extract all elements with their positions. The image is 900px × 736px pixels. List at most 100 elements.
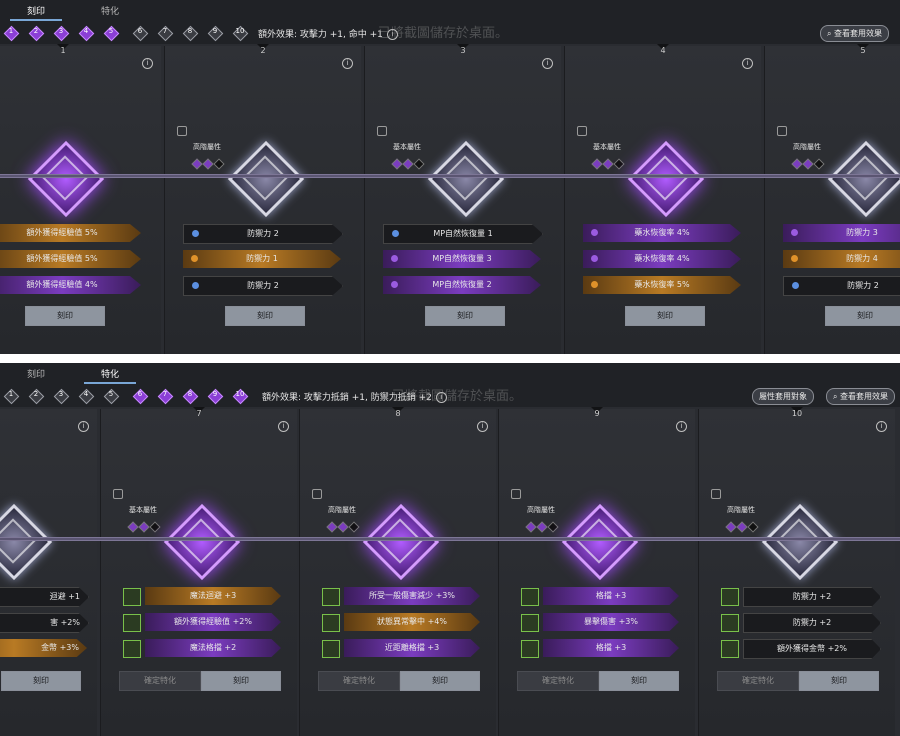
tier-dot-icon <box>127 521 139 533</box>
engrave-button[interactable]: 刻印 <box>1 671 81 691</box>
engrave-button[interactable]: 刻印 <box>400 671 480 691</box>
stat-row[interactable]: 格擋 +3 <box>543 639 679 657</box>
node-7[interactable]: 7 <box>157 25 174 42</box>
stat-row[interactable]: 近距離格擋 +3 <box>344 639 480 657</box>
node-10[interactable]: 10 <box>232 388 249 405</box>
node-3[interactable]: 3 <box>53 25 70 42</box>
node-5[interactable]: 5 <box>103 388 120 405</box>
info-icon[interactable]: i <box>342 58 353 69</box>
rune-slot-icon[interactable] <box>521 614 539 632</box>
node-4[interactable]: 4 <box>78 388 95 405</box>
confirm-specialize-button[interactable]: 確定特化 <box>717 671 799 691</box>
node-1[interactable]: 1 <box>3 388 20 405</box>
info-icon[interactable]: i <box>78 421 89 432</box>
stat-row[interactable]: 防禦力 2 <box>183 276 343 296</box>
engrave-button[interactable]: 刻印 <box>799 671 879 691</box>
view-effects-button[interactable]: ⌕ 查看套用效果 <box>826 388 896 405</box>
engrave-button[interactable]: 刻印 <box>825 306 900 326</box>
stat-row[interactable]: 防禦力 2 <box>783 276 900 296</box>
engrave-button[interactable]: 刻印 <box>201 671 281 691</box>
node-4[interactable]: 4 <box>78 25 95 42</box>
tab-specialize[interactable]: 特化 <box>80 367 140 385</box>
view-effects-button[interactable]: ⌕ 查看套用效果 <box>820 25 890 42</box>
stat-bullet-icon <box>791 229 798 236</box>
rune-slot-icon[interactable] <box>721 614 739 632</box>
attribute-tier: 高階屬性 <box>328 506 356 514</box>
node-7[interactable]: 7 <box>157 388 174 405</box>
stat-row[interactable]: 防禦力 1 <box>183 250 341 268</box>
stat-row[interactable]: 防禦力 3 <box>783 224 900 242</box>
rune-slot-icon[interactable] <box>521 588 539 606</box>
stat-row[interactable]: 藥水恢復率 5% <box>583 276 741 294</box>
stat-row[interactable]: 迴避 +1 <box>0 587 89 607</box>
stat-row[interactable]: 狀態異常擊中 +4% <box>344 613 480 631</box>
rune-slot-icon[interactable] <box>123 640 141 658</box>
tab-engrave[interactable]: 刻印 <box>6 367 66 385</box>
info-icon[interactable]: i <box>477 421 488 432</box>
info-icon[interactable]: i <box>876 421 887 432</box>
rune-slot-icon[interactable] <box>322 614 340 632</box>
node-1[interactable]: 1 <box>3 25 20 42</box>
stat-row[interactable]: 額外獲得經驗值 +2% <box>145 613 281 631</box>
stat-row[interactable]: 魔法格擋 +2 <box>145 639 281 657</box>
node-9[interactable]: 9 <box>207 25 224 42</box>
stat-row[interactable]: 藥水恢復率 4% <box>583 250 741 268</box>
confirm-specialize-button[interactable]: 確定特化 <box>517 671 599 691</box>
stat-row[interactable]: 金幣 +3% <box>0 639 87 657</box>
stat-row[interactable]: 魔法迴避 +3 <box>145 587 281 605</box>
rune-slot-icon[interactable] <box>721 640 739 658</box>
stat-row[interactable]: 額外獲得金幣 +2% <box>743 639 881 659</box>
stat-row[interactable]: 防禦力 2 <box>183 224 343 244</box>
stat-row[interactable]: 害 +2% <box>0 613 89 633</box>
rune-slot-icon[interactable] <box>322 588 340 606</box>
stat-row[interactable]: 藥水恢復率 4% <box>583 224 741 242</box>
info-icon[interactable]: i <box>676 421 687 432</box>
tab-specialize[interactable]: 特化 <box>80 4 140 22</box>
node-5[interactable]: 5 <box>103 25 120 42</box>
tier-dots <box>791 153 826 170</box>
node-number: 7 <box>162 27 168 35</box>
info-icon[interactable]: i <box>542 58 553 69</box>
confirm-specialize-button[interactable]: 確定特化 <box>119 671 201 691</box>
stat-row[interactable]: 暴擊傷害 +3% <box>543 613 679 631</box>
info-icon[interactable]: i <box>142 58 153 69</box>
stat-row[interactable]: 額外獲得經驗值 4% <box>0 276 141 294</box>
stat-row[interactable]: 防禦力 4 <box>783 250 900 268</box>
attribute-target-button[interactable]: 屬性套用對象 <box>752 388 814 405</box>
lock-icon <box>113 489 123 499</box>
info-icon[interactable]: i <box>278 421 289 432</box>
stat-row[interactable]: MP自然恢復量 3 <box>383 250 541 268</box>
node-6[interactable]: 6 <box>132 25 149 42</box>
stat-row[interactable]: 格擋 +3 <box>543 587 679 605</box>
stat-row[interactable]: 防禦力 +2 <box>743 587 881 607</box>
node-8[interactable]: 8 <box>182 388 199 405</box>
rune-slot-icon[interactable] <box>721 588 739 606</box>
engrave-button[interactable]: 刻印 <box>599 671 679 691</box>
node-10[interactable]: 10 <box>232 25 249 42</box>
stat-row[interactable]: 額外獲得經驗值 5% <box>0 250 141 268</box>
rune-slot-icon[interactable] <box>123 588 141 606</box>
engrave-button[interactable]: 刻印 <box>25 306 105 326</box>
node-9[interactable]: 9 <box>207 388 224 405</box>
rune-slot-icon[interactable] <box>123 614 141 632</box>
engrave-button[interactable]: 刻印 <box>625 306 705 326</box>
stat-row[interactable]: MP自然恢復量 2 <box>383 276 541 294</box>
node-3[interactable]: 3 <box>53 388 70 405</box>
stat-row[interactable]: MP自然恢復量 1 <box>383 224 543 244</box>
node-6[interactable]: 6 <box>132 388 149 405</box>
node-2[interactable]: 2 <box>28 25 45 42</box>
stat-row[interactable]: 所受一般傷害減少 +3% <box>344 587 480 605</box>
stat-row[interactable]: 額外獲得經驗值 5% <box>0 224 141 242</box>
confirm-specialize-button[interactable]: 確定特化 <box>318 671 400 691</box>
stat-row[interactable]: 防禦力 +2 <box>743 613 881 633</box>
engrave-button[interactable]: 刻印 <box>425 306 505 326</box>
stat-text: 狀態異常擊中 +4% <box>377 617 447 626</box>
tier-dots <box>191 153 226 170</box>
tab-engrave[interactable]: 刻印 <box>6 4 66 22</box>
rune-slot-icon[interactable] <box>322 640 340 658</box>
info-icon[interactable]: i <box>742 58 753 69</box>
node-2[interactable]: 2 <box>28 388 45 405</box>
engrave-button[interactable]: 刻印 <box>225 306 305 326</box>
rune-slot-icon[interactable] <box>521 640 539 658</box>
node-8[interactable]: 8 <box>182 25 199 42</box>
